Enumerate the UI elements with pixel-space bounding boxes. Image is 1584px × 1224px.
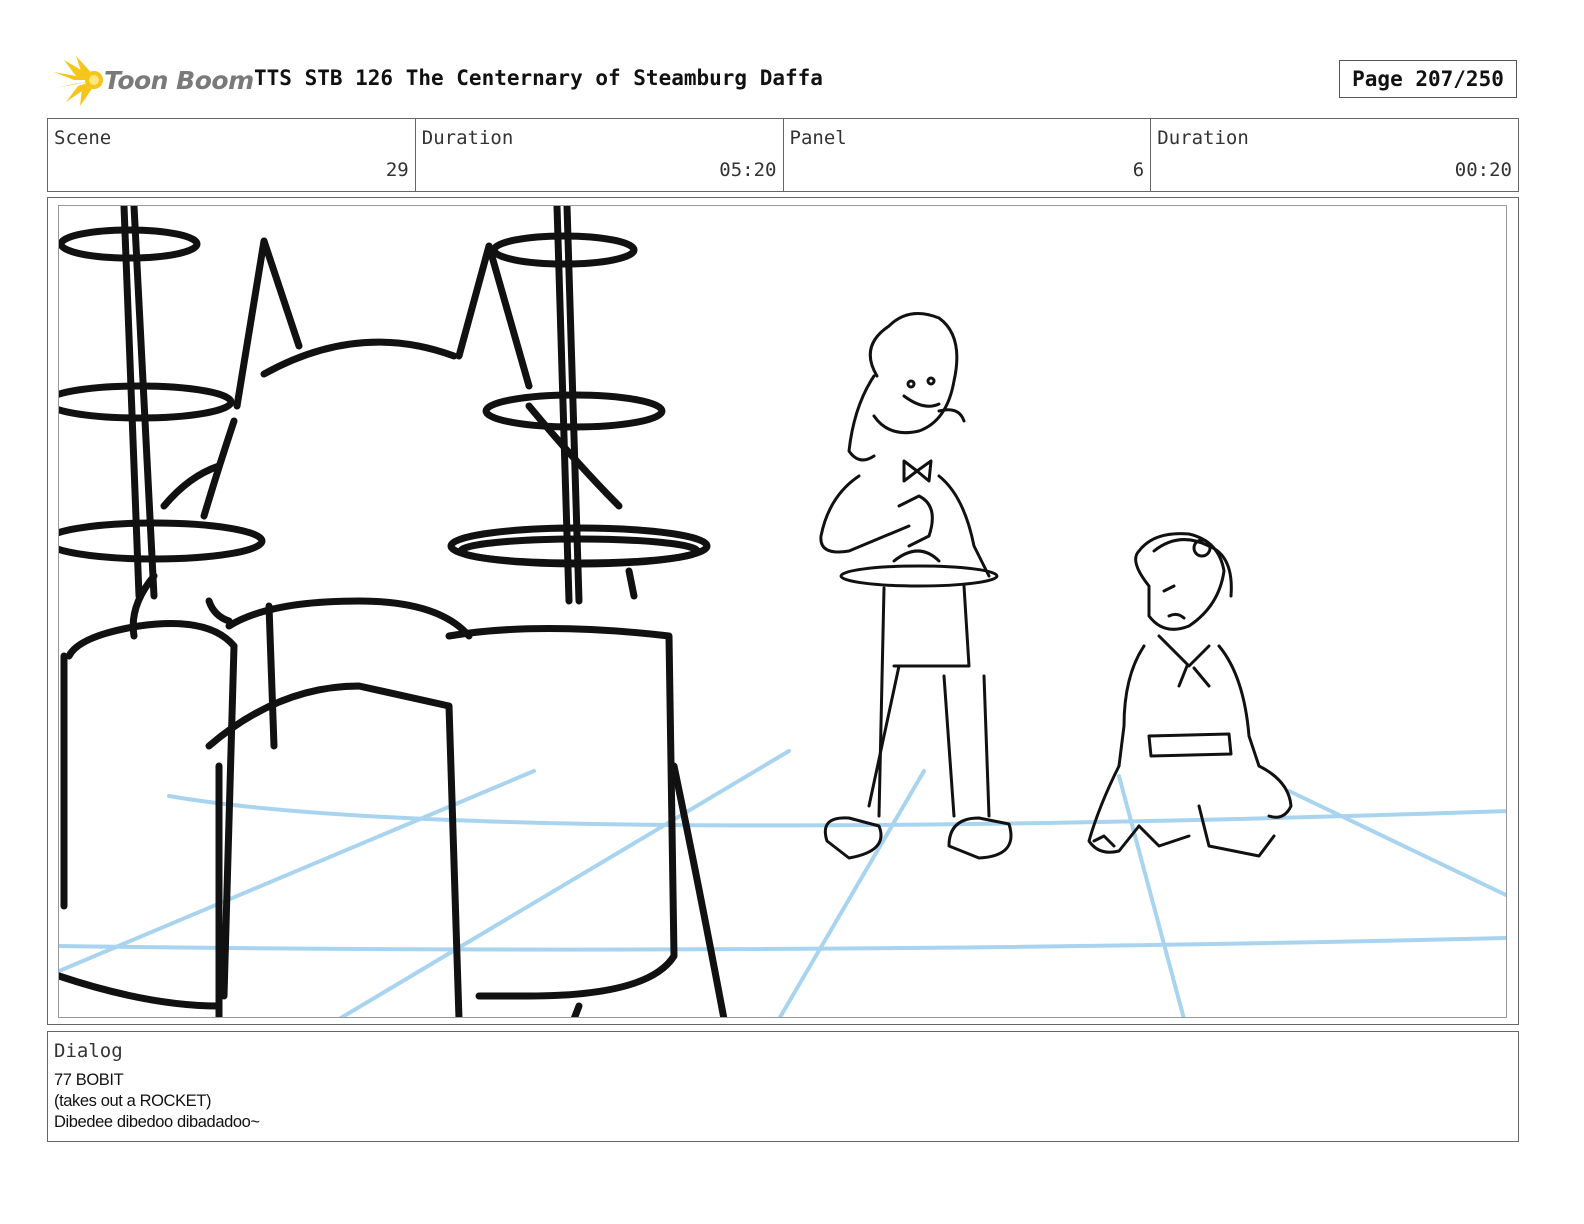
sketch-illustration: [59, 206, 1506, 1017]
dialog-label: Dialog: [54, 1040, 123, 1062]
dialog-text: 77 BOBIT (takes out a ROCKET) Dibedee di…: [54, 1070, 260, 1133]
dialog-line: 77 BOBIT: [54, 1071, 124, 1089]
panel-duration-cell: Duration 00:20: [1151, 119, 1518, 191]
foreground-character-back: [59, 206, 728, 1017]
panel-info-row: Scene 29 Duration 05:20 Panel 6 Duration…: [47, 118, 1519, 192]
scene-cell: Scene 29: [48, 119, 416, 191]
scene-duration-label: Duration: [421, 127, 514, 149]
storyboard-panel-frame: [47, 197, 1519, 1025]
page-indicator: Page 207/250: [1339, 60, 1517, 98]
floor-guide-lines: [59, 749, 1506, 1017]
logo-text: Toon Boom: [104, 66, 254, 95]
dialog-box: Dialog 77 BOBIT (takes out a ROCKET) Dib…: [47, 1031, 1519, 1142]
panel-value: 6: [1132, 159, 1145, 181]
scene-duration-cell: Duration 05:20: [416, 119, 784, 191]
storyboard-drawing: [58, 205, 1507, 1018]
dialog-line: Dibedee dibedoo dibadadoo~: [54, 1113, 260, 1131]
panel-cell: Panel 6: [784, 119, 1152, 191]
panel-duration-value: 00:20: [1454, 159, 1512, 181]
toon-boom-logo: Toon Boom: [50, 54, 254, 108]
scene-duration-value: 05:20: [719, 159, 777, 181]
panel-duration-label: Duration: [1157, 127, 1249, 149]
waiter-character: [819, 312, 1013, 860]
dialog-line: (takes out a ROCKET): [54, 1092, 212, 1110]
scene-value: 29: [385, 159, 409, 181]
kneeling-girl-character: [1087, 532, 1293, 858]
scene-label: Scene: [54, 127, 112, 149]
star-burst-icon: [54, 56, 103, 106]
panel-label: Panel: [789, 127, 847, 149]
document-title: TTS STB 126 The Centernary of Steamburg …: [254, 66, 823, 90]
